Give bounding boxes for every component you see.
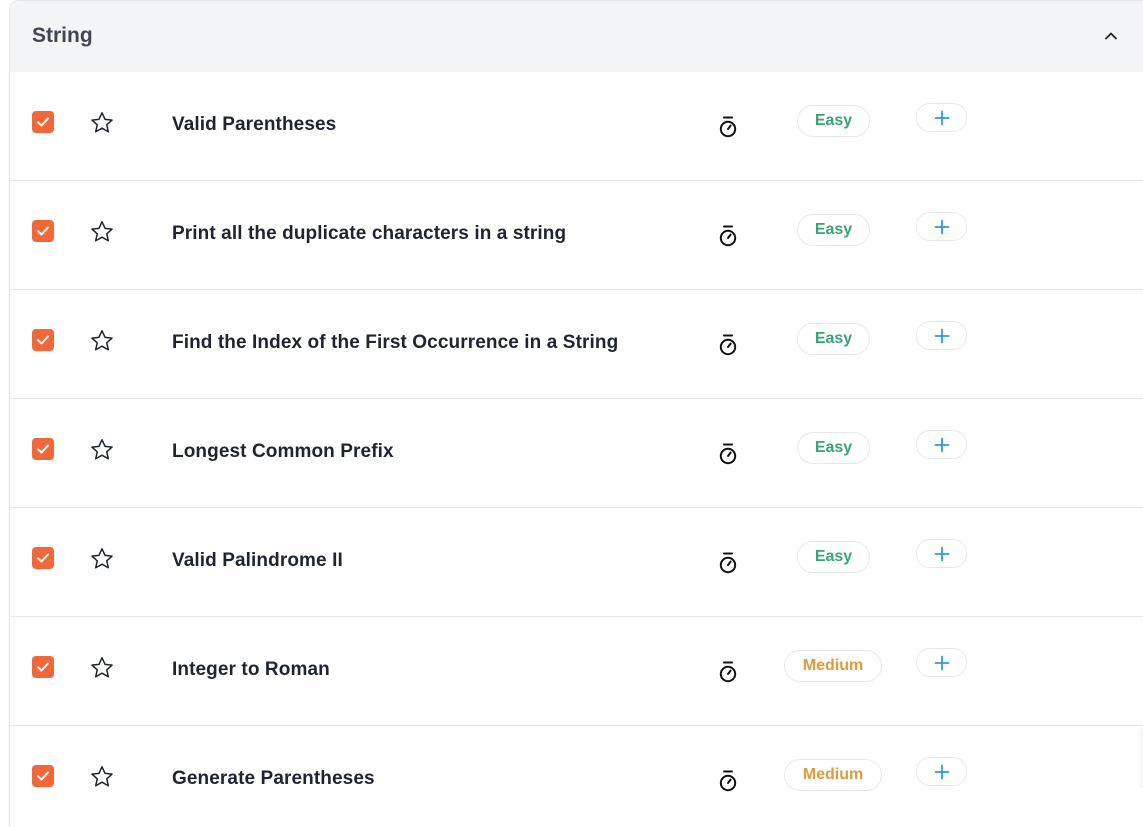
stopwatch-icon[interactable] xyxy=(717,115,739,139)
problem-row: Valid Parentheses Easy xyxy=(10,72,1143,181)
check-icon xyxy=(37,117,49,127)
star-icon[interactable] xyxy=(89,546,115,572)
problem-row: Find the Index of the First Occurrence i… xyxy=(10,290,1143,399)
problem-row: Integer to Roman Medium xyxy=(10,617,1143,726)
difficulty-badge: Easy xyxy=(797,432,870,464)
add-button[interactable] xyxy=(916,212,967,241)
section-title: String xyxy=(32,24,93,47)
completed-checkbox[interactable] xyxy=(32,765,54,787)
check-icon xyxy=(37,444,49,454)
plus-icon xyxy=(934,219,950,235)
problem-row: Print all the duplicate characters in a … xyxy=(10,181,1143,290)
completed-checkbox[interactable] xyxy=(32,329,54,351)
plus-icon xyxy=(934,437,950,453)
problem-title[interactable]: Longest Common Prefix xyxy=(172,399,394,505)
stopwatch-icon[interactable] xyxy=(717,551,739,575)
add-button[interactable] xyxy=(916,430,967,459)
plus-icon xyxy=(934,546,950,562)
difficulty-badge: Easy xyxy=(797,541,870,573)
difficulty-badge: Easy xyxy=(797,214,870,246)
stopwatch-icon[interactable] xyxy=(717,660,739,684)
chevron-up-icon[interactable] xyxy=(1101,26,1121,46)
problem-title[interactable]: Find the Index of the First Occurrence i… xyxy=(172,290,618,396)
star-icon[interactable] xyxy=(89,764,115,790)
add-button[interactable] xyxy=(916,103,967,132)
section-header[interactable]: String xyxy=(10,1,1143,72)
completed-checkbox[interactable] xyxy=(32,438,54,460)
add-button[interactable] xyxy=(916,539,967,568)
add-button[interactable] xyxy=(916,321,967,350)
add-button[interactable] xyxy=(916,648,967,677)
scroll-shadow xyxy=(1137,728,1143,788)
section-panel: String Valid Parentheses Easy Print all … xyxy=(9,0,1143,827)
problem-title[interactable]: Print all the duplicate characters in a … xyxy=(172,181,566,287)
difficulty-badge: Medium xyxy=(784,650,882,682)
check-icon xyxy=(37,662,49,672)
plus-icon xyxy=(934,328,950,344)
plus-icon xyxy=(934,655,950,671)
completed-checkbox[interactable] xyxy=(32,656,54,678)
difficulty-badge: Easy xyxy=(797,105,870,137)
star-icon[interactable] xyxy=(89,328,115,354)
check-icon xyxy=(37,553,49,563)
problem-title[interactable]: Valid Palindrome II xyxy=(172,508,343,614)
star-icon[interactable] xyxy=(89,110,115,136)
difficulty-badge: Easy xyxy=(797,323,870,355)
stopwatch-icon[interactable] xyxy=(717,333,739,357)
completed-checkbox[interactable] xyxy=(32,111,54,133)
problem-row: Generate Parentheses Medium xyxy=(10,726,1143,827)
check-icon xyxy=(37,226,49,236)
completed-checkbox[interactable] xyxy=(32,547,54,569)
add-button[interactable] xyxy=(916,757,967,786)
plus-icon xyxy=(934,764,950,780)
plus-icon xyxy=(934,110,950,126)
completed-checkbox[interactable] xyxy=(32,220,54,242)
problem-title[interactable]: Generate Parentheses xyxy=(172,726,375,827)
problem-list: Valid Parentheses Easy Print all the dup… xyxy=(10,72,1143,827)
difficulty-badge: Medium xyxy=(784,759,882,791)
check-icon xyxy=(37,335,49,345)
star-icon[interactable] xyxy=(89,437,115,463)
problem-title[interactable]: Integer to Roman xyxy=(172,617,330,723)
star-icon[interactable] xyxy=(89,219,115,245)
problem-row: Longest Common Prefix Easy xyxy=(10,399,1143,508)
problem-title[interactable]: Valid Parentheses xyxy=(172,72,336,178)
stopwatch-icon[interactable] xyxy=(717,442,739,466)
stopwatch-icon[interactable] xyxy=(717,224,739,248)
stopwatch-icon[interactable] xyxy=(717,769,739,793)
check-icon xyxy=(37,771,49,781)
star-icon[interactable] xyxy=(89,655,115,681)
problem-row: Valid Palindrome II Easy xyxy=(10,508,1143,617)
